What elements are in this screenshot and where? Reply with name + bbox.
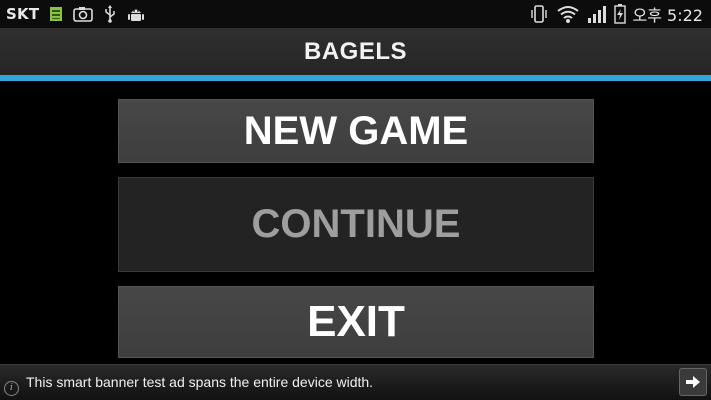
continue-button[interactable]: CONTINUE: [118, 177, 594, 272]
camera-icon: [73, 6, 94, 22]
status-left: SKT: [6, 0, 145, 28]
wifi-icon: [556, 4, 580, 24]
status-clock: 오후 5:22: [632, 6, 703, 25]
app-screen: SKT 오후 5:22 BAGELS NEW GAME CONTINUE EXI…: [0, 0, 711, 400]
ad-banner[interactable]: i This smart banner test ad spans the en…: [0, 364, 711, 400]
status-bar: SKT 오후 5:22: [0, 0, 711, 28]
vibrate-icon: [529, 4, 549, 24]
new-game-button[interactable]: NEW GAME: [118, 99, 594, 163]
battery-charging-icon: [613, 4, 626, 24]
status-right: 오후 5:22: [529, 0, 703, 28]
carrier-label: SKT: [6, 5, 40, 23]
ad-banner-text: This smart banner test ad spans the enti…: [26, 374, 374, 390]
title-accent-divider: [0, 75, 711, 81]
info-icon[interactable]: i: [4, 381, 19, 396]
signal-icon: [587, 4, 607, 24]
page-title: BAGELS: [303, 37, 407, 65]
usb-icon: [103, 5, 117, 23]
sim-card-icon: [49, 6, 63, 22]
app-title-bar: BAGELS: [0, 28, 711, 75]
arrow-right-icon[interactable]: [679, 368, 707, 396]
android-debug-icon: [127, 5, 145, 23]
exit-button[interactable]: EXIT: [118, 286, 594, 358]
